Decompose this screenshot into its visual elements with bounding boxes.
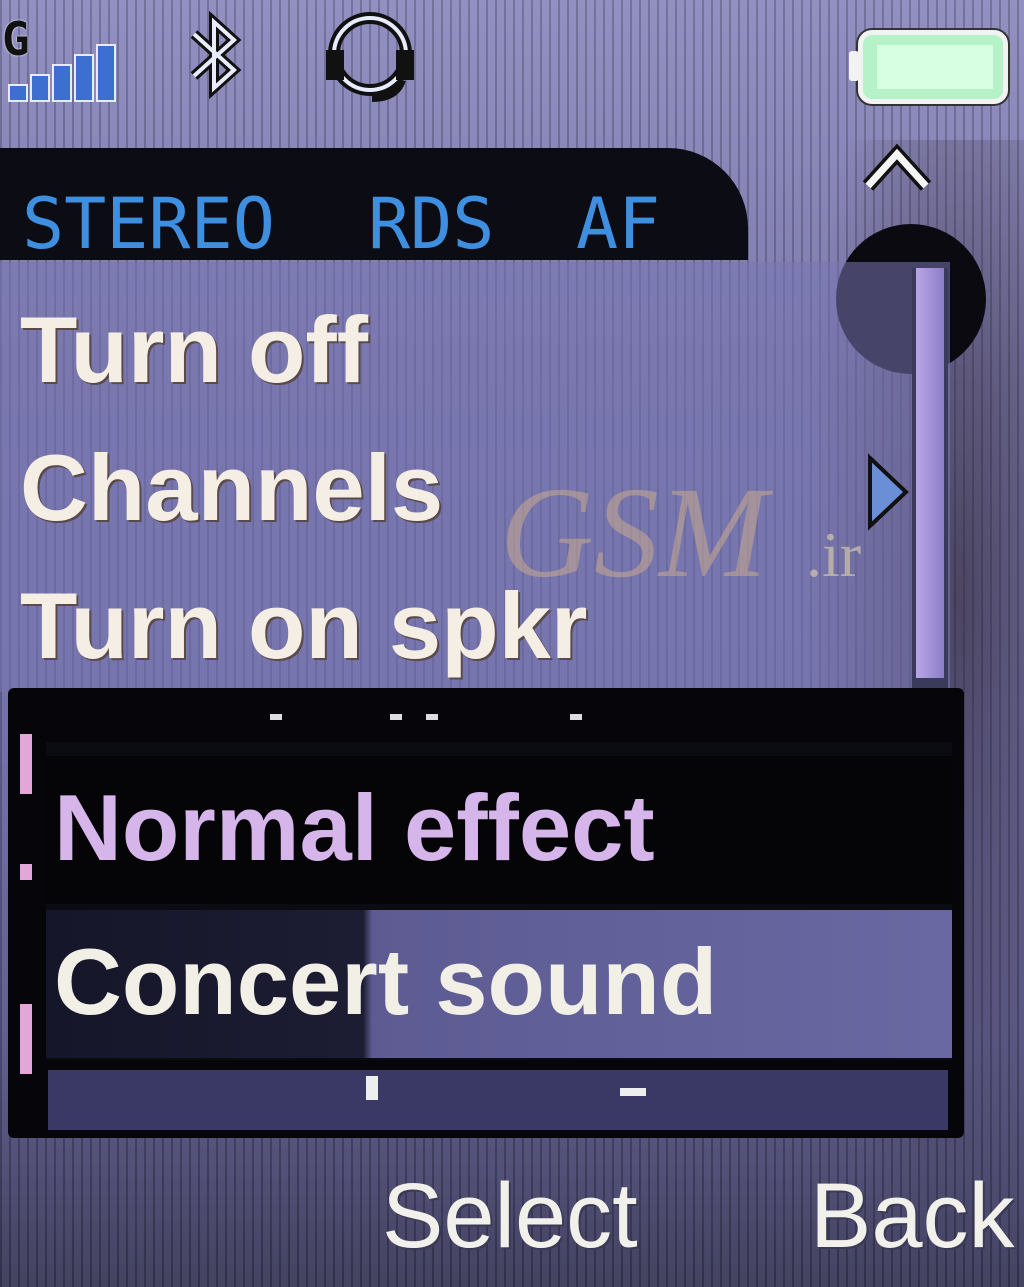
popup-scroll-indicator bbox=[14, 724, 40, 1084]
indicator-rds: RDS bbox=[368, 183, 495, 265]
back-softkey[interactable]: Back bbox=[810, 1164, 1015, 1267]
battery-full-icon bbox=[849, 30, 1008, 104]
menu-scrollbar[interactable] bbox=[912, 268, 948, 718]
menu-item-turn-off[interactable]: Turn off bbox=[20, 296, 368, 406]
option-concert-sound[interactable]: Concert sound bbox=[46, 910, 952, 1058]
scroll-up-icon[interactable] bbox=[860, 138, 934, 198]
watermark-suffix: .ir bbox=[806, 519, 862, 590]
headset-icon bbox=[326, 12, 414, 102]
option-label: Concert sound bbox=[54, 929, 718, 1034]
bluetooth-icon bbox=[190, 10, 242, 100]
select-softkey[interactable]: Select bbox=[382, 1164, 638, 1267]
status-bar: G bbox=[0, 0, 1024, 120]
menu-item-channels[interactable]: Channels bbox=[20, 434, 443, 544]
indicator-stereo: STEREO bbox=[22, 183, 275, 265]
watermark: GSM bbox=[500, 461, 768, 605]
menu-scrollbar-thumb[interactable] bbox=[916, 268, 944, 678]
option-label: Normal effect bbox=[54, 775, 655, 880]
popup-footer bbox=[48, 1070, 948, 1130]
option-normal-effect[interactable]: Normal effect bbox=[46, 756, 952, 904]
indicator-af: AF bbox=[576, 183, 661, 265]
signal-strength-icon bbox=[8, 40, 138, 102]
submenu-arrow-icon bbox=[868, 453, 909, 531]
popup-option-list: Normal effect Concert sound bbox=[46, 742, 952, 1060]
